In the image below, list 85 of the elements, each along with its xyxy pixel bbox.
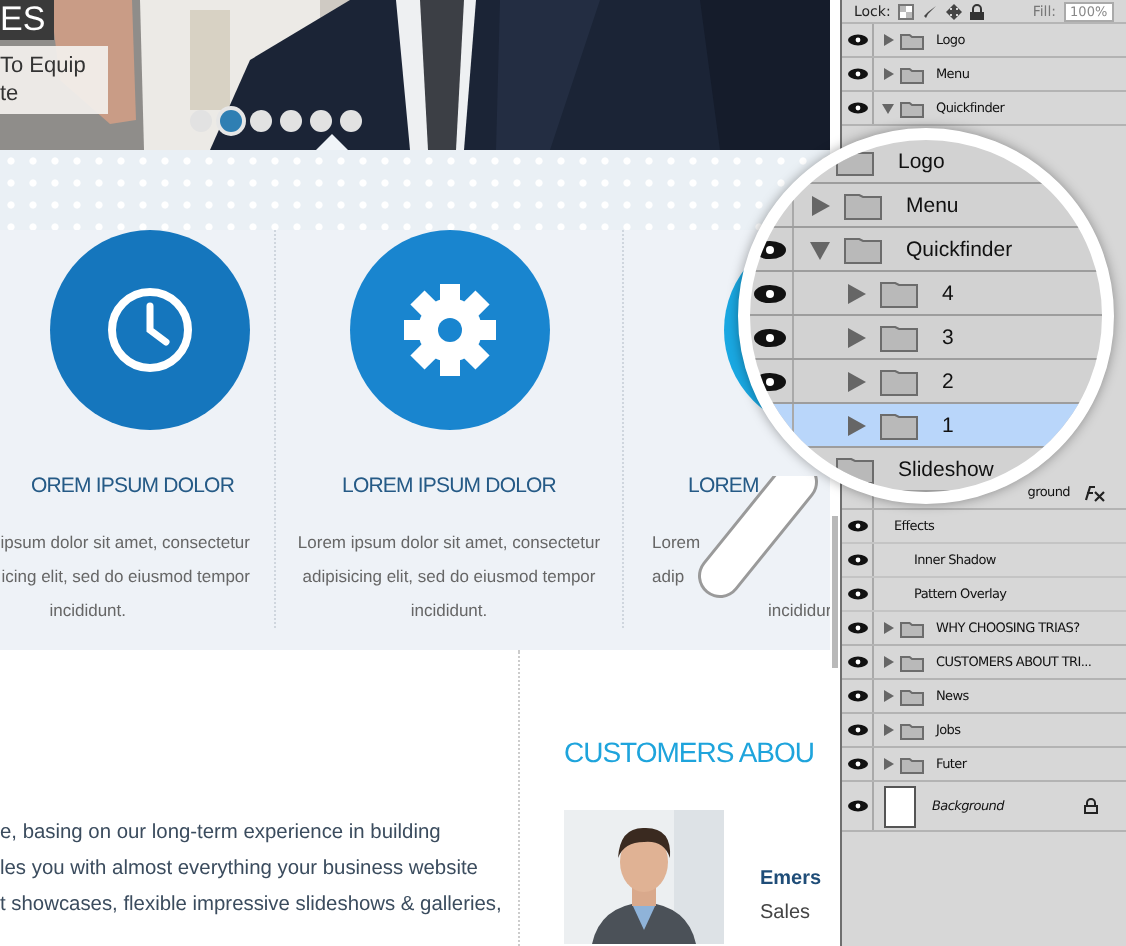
feature-text: icing elit, sed do eiusmod tempor: [1, 564, 250, 590]
layer-row[interactable]: 3: [750, 316, 1102, 360]
folder-icon: [880, 323, 918, 351]
expanded-arrow-icon[interactable]: [810, 239, 830, 259]
feature-text: Lorem: [652, 530, 701, 556]
collapsed-arrow-icon[interactable]: [846, 327, 866, 347]
eye-icon[interactable]: [847, 554, 867, 566]
layer-name: Slideshow: [898, 457, 994, 481]
caption-text: te: [0, 80, 21, 108]
expanded-arrow-icon[interactable]: [882, 102, 894, 114]
banner-heading: ES: [0, 0, 54, 40]
collapsed-arrow-icon[interactable]: [882, 68, 894, 80]
eye-icon[interactable]: [847, 520, 867, 532]
layer-row[interactable]: Logo: [750, 140, 1102, 184]
folder-icon: [900, 65, 924, 83]
gear-icon: [349, 230, 549, 430]
eye-icon[interactable]: [847, 656, 867, 668]
eye-icon[interactable]: [847, 800, 867, 812]
folder-icon: [900, 653, 924, 671]
folder-icon: [880, 279, 918, 307]
folder-icon: [900, 721, 924, 739]
collapsed-arrow-icon[interactable]: [882, 34, 894, 46]
body-text: t showcases, flexible impressive slideshows & galleries,: [0, 892, 504, 920]
layer-row[interactable]: 4: [750, 272, 1102, 316]
eye-icon[interactable]: [847, 758, 867, 770]
folder-icon: [900, 619, 924, 637]
feature-heading: LOREM IPSUM DOLOR: [342, 474, 556, 498]
eye-icon[interactable]: [847, 724, 867, 736]
collapsed-arrow-icon[interactable]: [882, 656, 894, 668]
collapsed-arrow-icon[interactable]: [846, 283, 866, 303]
feature-text: adip: [652, 564, 685, 590]
eye-icon[interactable]: [847, 102, 867, 114]
layer-row[interactable]: Quickfinder: [750, 228, 1102, 272]
collapsed-arrow-icon[interactable]: [810, 195, 830, 215]
eye-icon[interactable]: [847, 68, 867, 80]
collapsed-arrow-icon[interactable]: [882, 690, 894, 702]
clock-icon: [50, 230, 250, 430]
eye-icon[interactable]: [847, 34, 867, 46]
folder-icon: [880, 411, 918, 439]
eye-icon[interactable]: [753, 283, 785, 303]
layer-name: 2: [942, 369, 954, 393]
folder-icon: [900, 31, 924, 49]
folder-icon: [836, 147, 874, 175]
body-text: les you with almost everything your business website: [0, 856, 480, 884]
section-heading: CUSTOMERS ABOU: [564, 734, 816, 772]
feature-heading: OREM IPSUM DOLOR: [30, 474, 234, 498]
feature-text: Lorem ipsum dolor sit amet, consectetur: [297, 530, 601, 556]
layer-name: 1: [942, 413, 954, 437]
folder-icon: [836, 455, 874, 483]
transparency-lock-icon[interactable]: [898, 3, 915, 19]
lock-icon[interactable]: [970, 3, 985, 19]
folder-icon: [844, 235, 882, 263]
collapsed-arrow-icon[interactable]: [846, 371, 866, 391]
layer-row[interactable]: Menu: [750, 184, 1102, 228]
collapsed-arrow-icon[interactable]: [882, 724, 894, 736]
collapsed-arrow-icon[interactable]: [882, 622, 894, 634]
layer-name: Menu: [906, 193, 959, 217]
layer-name: 3: [942, 325, 954, 349]
feature-text: adipisicing elit, sed do eiusmod tempor: [302, 564, 596, 590]
eye-icon[interactable]: [753, 327, 785, 347]
scroll-thumb[interactable]: [832, 516, 838, 668]
folder-icon: [900, 687, 924, 705]
folder-icon: [900, 99, 924, 117]
caption-text: To Equip: [0, 52, 88, 80]
collapsed-arrow-icon[interactable]: [882, 758, 894, 770]
feature-text: incididunt.: [49, 598, 126, 624]
eye-icon[interactable]: [847, 622, 867, 634]
folder-icon: [844, 191, 882, 219]
feature-text: ipsum dolor sit amet, consectetur: [0, 530, 250, 556]
layer-thumbnail: [884, 785, 916, 827]
folder-icon: [880, 367, 918, 395]
person-role: Sales: [760, 900, 813, 928]
collapsed-arrow-icon[interactable]: [846, 415, 866, 435]
slider-dot[interactable]: [220, 110, 242, 132]
feature-text: incididunt.: [410, 598, 488, 624]
layer-name: Logo: [898, 149, 945, 173]
folder-icon: [900, 755, 924, 773]
person-name: Emers: [760, 866, 822, 894]
move-icon[interactable]: [946, 3, 963, 19]
layer-name: 4: [942, 281, 954, 305]
eye-icon[interactable]: [847, 588, 867, 600]
layer-name: Quickfinder: [906, 237, 1013, 261]
eye-icon[interactable]: [847, 690, 867, 702]
brush-icon[interactable]: [922, 3, 939, 19]
body-text: e, basing on our long-term experience in building: [0, 820, 443, 848]
